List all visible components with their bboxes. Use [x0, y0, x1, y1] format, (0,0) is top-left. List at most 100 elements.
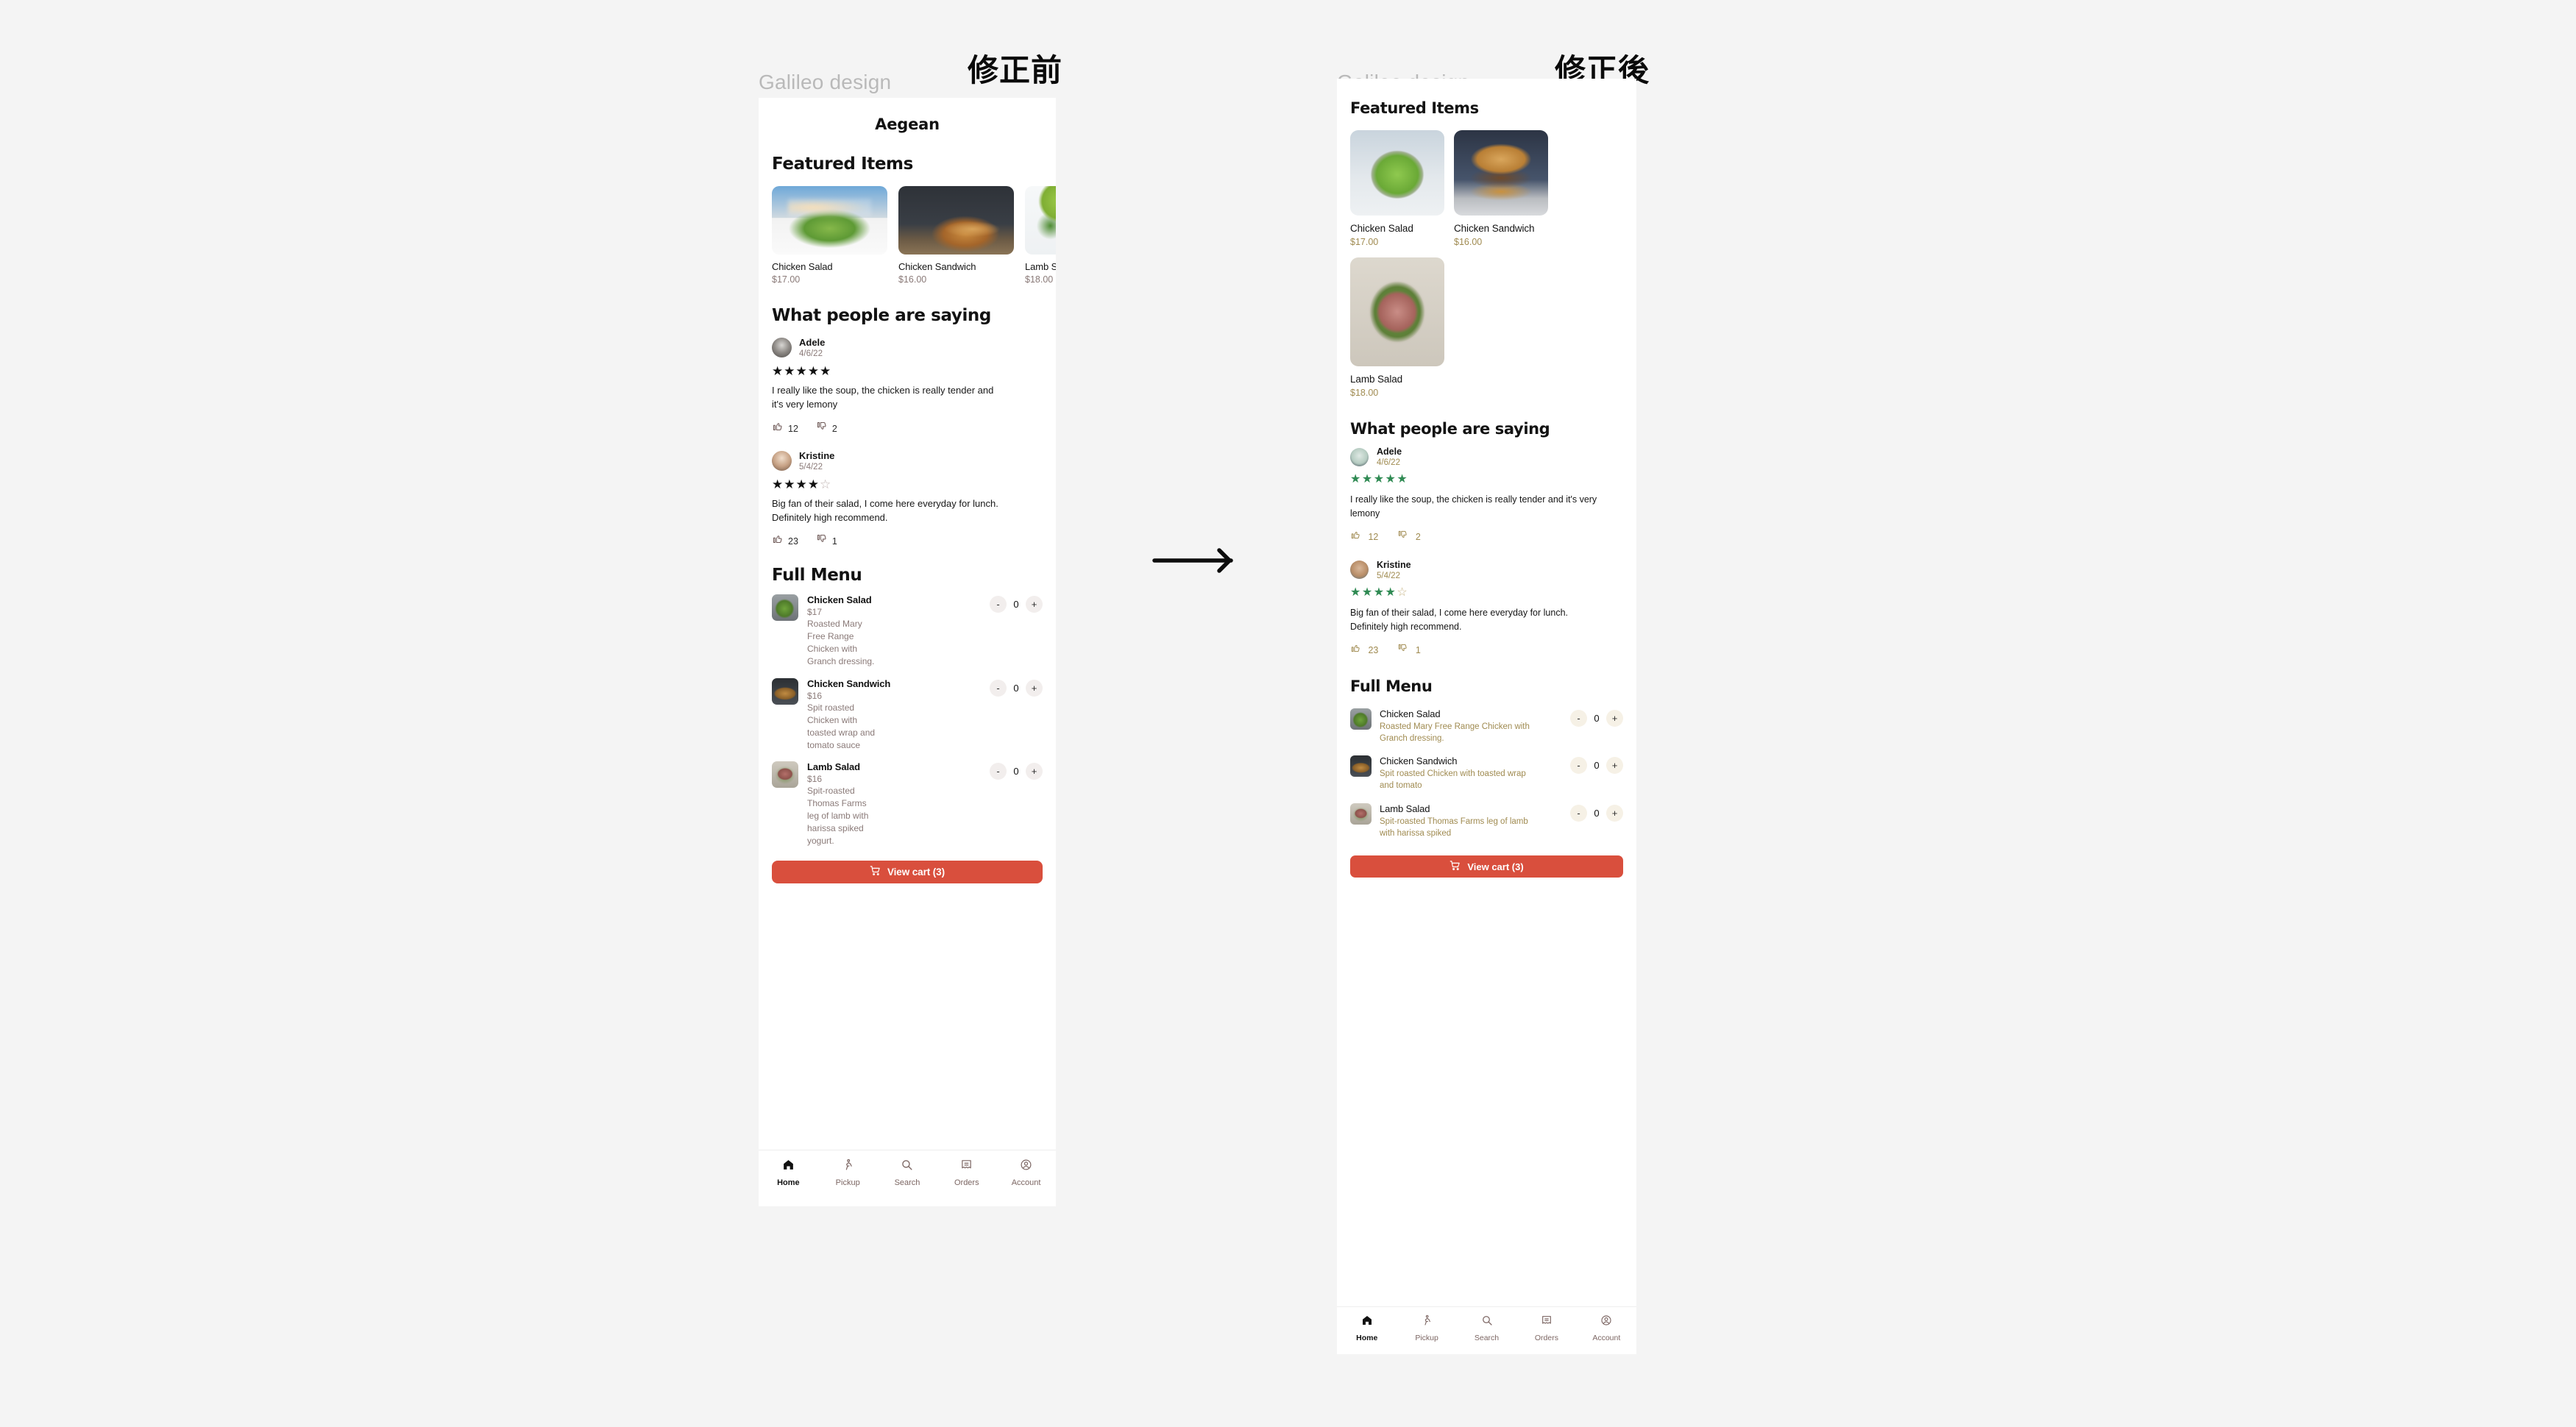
- panel-label-before: 修正前: [968, 52, 1063, 88]
- bottom-tab-bar-before[interactable]: Home Pickup Search Orders Account: [759, 1150, 1056, 1206]
- tab-orders[interactable]: Orders: [937, 1159, 996, 1206]
- like-count: 23: [788, 536, 798, 547]
- view-cart-button[interactable]: View cart (3): [772, 860, 1043, 883]
- walking-person-icon: [842, 1159, 854, 1175]
- tab-pickup[interactable]: Pickup: [818, 1159, 878, 1206]
- quantity-stepper[interactable]: - 0 +: [990, 762, 1043, 780]
- decrement-button[interactable]: -: [1570, 709, 1587, 727]
- after-scroll-area[interactable]: Featured Items Chicken Salad $17.00 Chic…: [1337, 79, 1636, 1306]
- receipt-icon: [1541, 1314, 1553, 1330]
- phone-mockup-after: Featured Items Chicken Salad $17.00 Chic…: [1337, 79, 1636, 1354]
- dislike-action[interactable]: 1: [816, 533, 837, 547]
- review-actions[interactable]: 23 1: [772, 533, 1043, 547]
- featured-grid-after[interactable]: Chicken Salad $17.00 Chicken Sandwich $1…: [1350, 130, 1549, 398]
- tab-search[interactable]: Search: [878, 1159, 937, 1206]
- review-actions[interactable]: 12 2: [772, 421, 1043, 434]
- review-author: Adele: [799, 337, 826, 348]
- increment-button[interactable]: +: [1606, 757, 1623, 775]
- tab-home[interactable]: Home: [1337, 1314, 1397, 1354]
- review-header: Adele 4/6/22: [772, 337, 1043, 358]
- increment-button[interactable]: +: [1026, 762, 1043, 780]
- home-icon: [1361, 1314, 1373, 1330]
- dislike-count: 1: [831, 536, 837, 547]
- thumbs-down-icon: [1397, 530, 1410, 542]
- featured-card[interactable]: Chicken Salad $17.00: [1350, 130, 1444, 247]
- tab-orders[interactable]: Orders: [1516, 1314, 1576, 1354]
- featured-price: $17.00: [772, 274, 801, 285]
- menu-item-name: Chicken Sandwich: [1380, 755, 1458, 767]
- menu-item-thumbnail: [1350, 803, 1372, 825]
- decrement-button[interactable]: -: [990, 679, 1007, 697]
- review-author: Kristine: [799, 449, 835, 461]
- transformation-arrow: [1152, 546, 1240, 575]
- menu-item-name: Lamb Salad: [1380, 803, 1430, 814]
- tab-account[interactable]: Account: [1577, 1314, 1636, 1354]
- menu-item-row[interactable]: Lamb Salad Spit-roasted Thomas Farms leg…: [1350, 803, 1623, 840]
- like-action[interactable]: 23: [772, 533, 798, 547]
- receipt-icon: [960, 1159, 973, 1175]
- shopping-cart-icon: [870, 865, 881, 878]
- dislike-action[interactable]: 1: [1397, 643, 1421, 655]
- tab-home[interactable]: Home: [759, 1159, 818, 1206]
- quantity-stepper[interactable]: - 0 +: [1570, 804, 1623, 822]
- dislike-action[interactable]: 2: [1397, 530, 1421, 542]
- decrement-button[interactable]: -: [1570, 804, 1587, 822]
- review-author: Adele: [1377, 446, 1402, 457]
- shopping-cart-icon: [1450, 860, 1461, 873]
- tab-account[interactable]: Account: [996, 1159, 1056, 1206]
- decrement-button[interactable]: -: [990, 596, 1007, 613]
- increment-button[interactable]: +: [1606, 804, 1623, 822]
- menu-item-row[interactable]: Chicken Sandwich Spit roasted Chicken wi…: [1350, 755, 1623, 792]
- review-author: Kristine: [1377, 559, 1411, 570]
- menu-item-row[interactable]: Chicken Salad $17 Roasted Mary Free Rang…: [772, 594, 1043, 668]
- review-actions[interactable]: 12 2: [1350, 530, 1623, 542]
- menu-item-price: $16: [807, 773, 823, 784]
- featured-card[interactable]: Chicken Sandwich $16.00: [1454, 130, 1548, 247]
- tab-pickup[interactable]: Pickup: [1397, 1314, 1456, 1354]
- like-action[interactable]: 12: [1350, 530, 1378, 542]
- like-count: 23: [1368, 644, 1379, 655]
- menu-item-row[interactable]: Lamb Salad $16 Spit-roasted Thomas Farms…: [772, 761, 1043, 847]
- quantity-stepper[interactable]: - 0 +: [990, 679, 1043, 697]
- menu-item-row[interactable]: Chicken Sandwich $16 Spit roasted Chicke…: [772, 677, 1043, 752]
- before-scroll-area[interactable]: Aegean Featured Items Chicken Salad $17.…: [759, 98, 1056, 1150]
- search-icon: [901, 1159, 913, 1175]
- featured-image: [1350, 257, 1444, 366]
- like-action[interactable]: 23: [1350, 643, 1378, 655]
- decrement-button[interactable]: -: [1570, 757, 1587, 775]
- review-date: 4/6/22: [799, 349, 823, 358]
- increment-button[interactable]: +: [1026, 596, 1043, 613]
- featured-name: Chicken Sandwich: [898, 261, 976, 272]
- featured-card[interactable]: Chicken Salad $17.00: [772, 186, 887, 285]
- review-item: Adele 4/6/22 ★★★★★ I really like the sou…: [772, 337, 1043, 434]
- increment-button[interactable]: +: [1606, 709, 1623, 727]
- featured-price: $18.00: [1025, 274, 1054, 285]
- review-item: Adele 4/6/22 ★★★★★ I really like the sou…: [1350, 446, 1623, 542]
- featured-card[interactable]: Lamb Salad $18.00: [1350, 257, 1444, 398]
- view-cart-label: View cart (3): [1467, 861, 1524, 872]
- bottom-tab-bar-after[interactable]: Home Pickup Search Orders Account: [1337, 1306, 1636, 1354]
- featured-carousel-before[interactable]: Chicken Salad $17.00 Chicken Sandwich $1…: [772, 186, 1056, 285]
- dislike-count: 2: [831, 423, 837, 434]
- like-action[interactable]: 12: [772, 421, 798, 434]
- dislike-action[interactable]: 2: [816, 421, 837, 434]
- featured-name: Chicken Salad: [772, 261, 833, 272]
- featured-name: Chicken Salad: [1350, 223, 1413, 234]
- avatar: [772, 450, 792, 471]
- menu-item-price: $17: [807, 607, 823, 618]
- quantity-stepper[interactable]: - 0 +: [1570, 709, 1623, 727]
- tab-label: Pickup: [835, 1178, 860, 1187]
- quantity-stepper[interactable]: - 0 +: [990, 596, 1043, 613]
- quantity-stepper[interactable]: - 0 +: [1570, 757, 1623, 775]
- decrement-button[interactable]: -: [990, 762, 1007, 780]
- menu-item-row[interactable]: Chicken Salad Roasted Mary Free Range Ch…: [1350, 708, 1623, 745]
- featured-name: Lamb Salad: [1025, 261, 1056, 272]
- featured-card[interactable]: Chicken Sandwich $16.00: [898, 186, 1014, 285]
- featured-card[interactable]: Lamb Salad $18.00: [1025, 186, 1056, 285]
- review-date: 4/6/22: [1377, 458, 1400, 467]
- tab-search[interactable]: Search: [1457, 1314, 1516, 1354]
- review-actions[interactable]: 23 1: [1350, 643, 1623, 655]
- menu-item-thumbnail: [772, 677, 798, 705]
- increment-button[interactable]: +: [1026, 679, 1043, 697]
- view-cart-button[interactable]: View cart (3): [1350, 855, 1623, 878]
